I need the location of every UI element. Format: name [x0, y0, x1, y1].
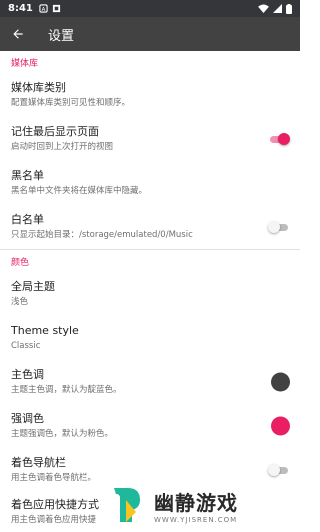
pref-title: 黑名单 [11, 169, 44, 182]
notification-icon: A [39, 4, 48, 13]
pref-whitelist[interactable]: 白名单 只显示起始目录：/storage/emulated/0/Music [0, 205, 300, 249]
app-bar: 设置 [0, 17, 300, 51]
pref-summary: 启动时回到上次打开的视图 [11, 142, 114, 152]
whitelist-switch[interactable] [268, 221, 290, 233]
pref-summary: 配置媒体库类别可见性和顺序。 [11, 98, 131, 108]
pref-title: 着色导航栏 [11, 456, 66, 469]
pref-accent-color[interactable]: 强调色 主题强调色，默认为粉色。 [0, 404, 300, 448]
pref-summary: 主题强调色，默认为粉色。 [11, 429, 114, 439]
pref-title: 主色调 [11, 368, 44, 381]
pref-title: 强调色 [11, 412, 44, 425]
download-icon [52, 4, 60, 13]
signal-icon [273, 4, 282, 13]
watermark-url: WWW.YJISREN.COM [154, 515, 238, 524]
back-arrow-icon [13, 29, 23, 39]
pref-summary: 主题主色调，默认为靛蓝色。 [11, 385, 122, 395]
pref-remember-last-tab[interactable]: 记住最后显示页面 启动时回到上次打开的视图 [0, 117, 300, 161]
page-title: 设置 [48, 28, 75, 44]
wifi-icon [258, 4, 269, 13]
primary-color-swatch[interactable] [271, 372, 290, 392]
battery-icon [286, 3, 292, 14]
watermark: 幽静游戏 WWW.YJISREN.COM [106, 478, 300, 532]
pref-title: 记住最后显示页面 [11, 125, 99, 138]
pref-summary: 黑名单中文件夹将在媒体库中隐藏。 [11, 186, 148, 196]
status-time: 8:41 [8, 3, 33, 14]
settings-list: 媒体库 媒体库类别 配置媒体库类别可见性和顺序。 记住最后显示页面 启动时回到上… [0, 51, 300, 532]
pref-library-categories[interactable]: 媒体库类别 配置媒体库类别可见性和顺序。 [0, 73, 300, 117]
pref-blacklist[interactable]: 黑名单 黑名单中文件夹将在媒体库中隐藏。 [0, 161, 300, 205]
status-bar: 8:41 A [0, 0, 300, 17]
pref-primary-color[interactable]: 主色调 主题主色调，默认为靛蓝色。 [0, 360, 300, 404]
pref-summary: 只显示起始目录：/storage/emulated/0/Music [11, 230, 193, 240]
colored-navbar-switch[interactable] [268, 464, 290, 476]
pref-title: 媒体库类别 [11, 81, 66, 94]
pref-general-theme[interactable]: 全局主题 浅色 [0, 272, 300, 316]
pref-title: Theme style [11, 324, 79, 337]
pref-title: 全局主题 [11, 280, 55, 293]
accent-color-swatch[interactable] [271, 416, 290, 436]
watermark-text: 幽静游戏 [154, 490, 238, 515]
section-header-colors: 颜色 [11, 257, 30, 268]
back-button[interactable] [0, 17, 36, 51]
pref-theme-style[interactable]: Theme style Classic [0, 316, 300, 360]
pref-summary: Classic [11, 341, 41, 351]
watermark-logo-icon [114, 488, 140, 522]
section-header-library: 媒体库 [11, 58, 39, 69]
pref-title: 白名单 [11, 213, 44, 226]
pref-summary: 浅色 [11, 297, 29, 307]
svg-text:A: A [42, 7, 46, 13]
remember-last-tab-switch[interactable] [268, 133, 290, 145]
